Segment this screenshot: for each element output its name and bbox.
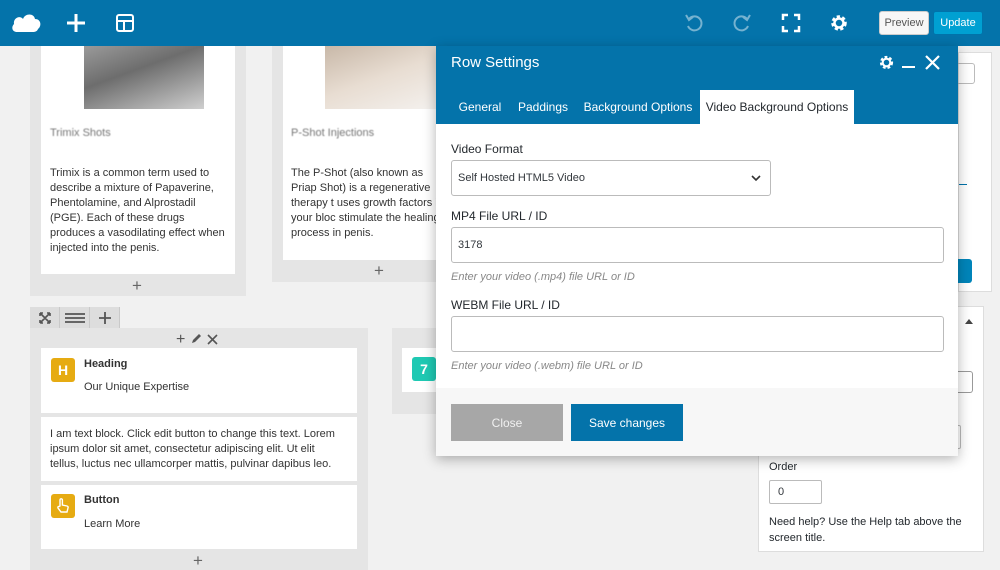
card-title: P-Shot Injections <box>291 127 375 139</box>
gear-icon[interactable] <box>878 54 895 74</box>
element-value: Our Unique Expertise <box>84 381 190 393</box>
redo-icon[interactable] <box>729 0 755 46</box>
tab-video-background-options[interactable]: Video Background Options <box>700 90 854 124</box>
pencil-icon[interactable] <box>190 333 202 348</box>
element-value: Learn More <box>84 518 141 530</box>
hand-pointer-icon <box>51 494 75 518</box>
collapse-arrow-icon[interactable] <box>965 319 973 324</box>
expand-arrows-icon[interactable] <box>30 307 60 328</box>
save-changes-button[interactable]: Save changes <box>571 404 683 441</box>
add-element-icon[interactable]: + <box>132 277 142 294</box>
tab-paddings[interactable]: Paddings <box>514 90 572 124</box>
layout-template-icon[interactable] <box>111 0 139 46</box>
modal-footer: Close Save changes <box>436 388 958 456</box>
template-select[interactable] <box>958 371 973 393</box>
mp4-label: MP4 File URL / ID <box>451 209 548 223</box>
webm-help-text: Enter your video (.webm) file URL or ID <box>451 360 643 372</box>
mp4-url-input[interactable]: 3178 <box>451 227 944 263</box>
modal-title: Row Settings <box>451 54 540 71</box>
close-icon[interactable] <box>925 55 940 73</box>
sidebar-button[interactable] <box>958 63 975 84</box>
element-name: Heading <box>84 358 128 370</box>
service-card-pshot[interactable]: P-Shot Injections The P-Shot (also known… <box>283 46 436 260</box>
element-name: Button <box>84 494 120 506</box>
card-text: The P-Shot (also known as Priap Shot) is… <box>291 167 436 239</box>
tab-general[interactable]: General <box>451 90 509 124</box>
sidebar-primary-button[interactable] <box>958 259 972 283</box>
top-toolbar: Preview Update <box>0 0 1000 46</box>
heading-icon: H <box>51 358 75 382</box>
add-element-icon[interactable]: + <box>374 262 384 279</box>
column-controls: + <box>176 331 218 349</box>
webm-url-input[interactable] <box>451 316 944 352</box>
service-card-trimix[interactable]: Trimix Shots Trimix is a common term use… <box>41 46 235 274</box>
plus-icon[interactable] <box>90 307 120 328</box>
modal-header: Row Settings General Paddings Background… <box>436 46 958 124</box>
add-element-icon[interactable]: + <box>193 552 203 569</box>
tab-background-options[interactable]: Background Options <box>582 90 694 124</box>
text-block-content: I am text block. Click edit button to ch… <box>50 428 335 470</box>
cloud-logo-icon[interactable] <box>8 0 44 46</box>
update-button[interactable]: Update <box>933 11 983 35</box>
order-label: Order <box>769 461 798 473</box>
video-format-select[interactable]: Self Hosted HTML5 Video <box>451 160 771 196</box>
button-element[interactable]: Button Learn More <box>41 485 357 549</box>
help-text: Need help? Use the Help tab above the sc… <box>769 516 962 544</box>
close-button[interactable]: Close <box>451 404 563 441</box>
card-image <box>325 46 436 109</box>
row-settings-modal: Row Settings General Paddings Background… <box>436 46 958 456</box>
card-text: Trimix is a common term used to describe… <box>50 167 225 254</box>
minimize-icon[interactable] <box>902 66 915 68</box>
sidebar-publish-box <box>958 52 992 292</box>
webm-label: WEBM File URL / ID <box>451 298 560 312</box>
text-block-element[interactable]: I am text block. Click edit button to ch… <box>41 417 357 481</box>
heading-element[interactable]: H Heading Our Unique Expertise <box>41 348 357 413</box>
card-title: Trimix Shots <box>50 127 111 139</box>
fullscreen-icon[interactable] <box>778 0 804 46</box>
video-format-label: Video Format <box>451 142 523 156</box>
video-format-value: Self Hosted HTML5 Video <box>458 172 585 184</box>
preview-button[interactable]: Preview <box>879 11 929 35</box>
undo-icon[interactable] <box>681 0 707 46</box>
card-image <box>84 46 204 109</box>
sidebar-link[interactable] <box>959 177 967 185</box>
mp4-help-text: Enter your video (.mp4) file URL or ID <box>451 271 635 283</box>
chevron-down-icon <box>751 173 761 185</box>
order-input[interactable]: 0 <box>769 480 822 504</box>
plus-icon[interactable] <box>62 0 90 46</box>
parent-select[interactable] <box>958 425 961 449</box>
element-icon: 7 <box>412 357 436 381</box>
add-icon[interactable]: + <box>176 331 185 349</box>
columns-icon[interactable] <box>60 307 90 328</box>
close-icon[interactable] <box>207 333 218 348</box>
row-controls <box>30 307 120 328</box>
gear-icon[interactable] <box>826 0 852 46</box>
